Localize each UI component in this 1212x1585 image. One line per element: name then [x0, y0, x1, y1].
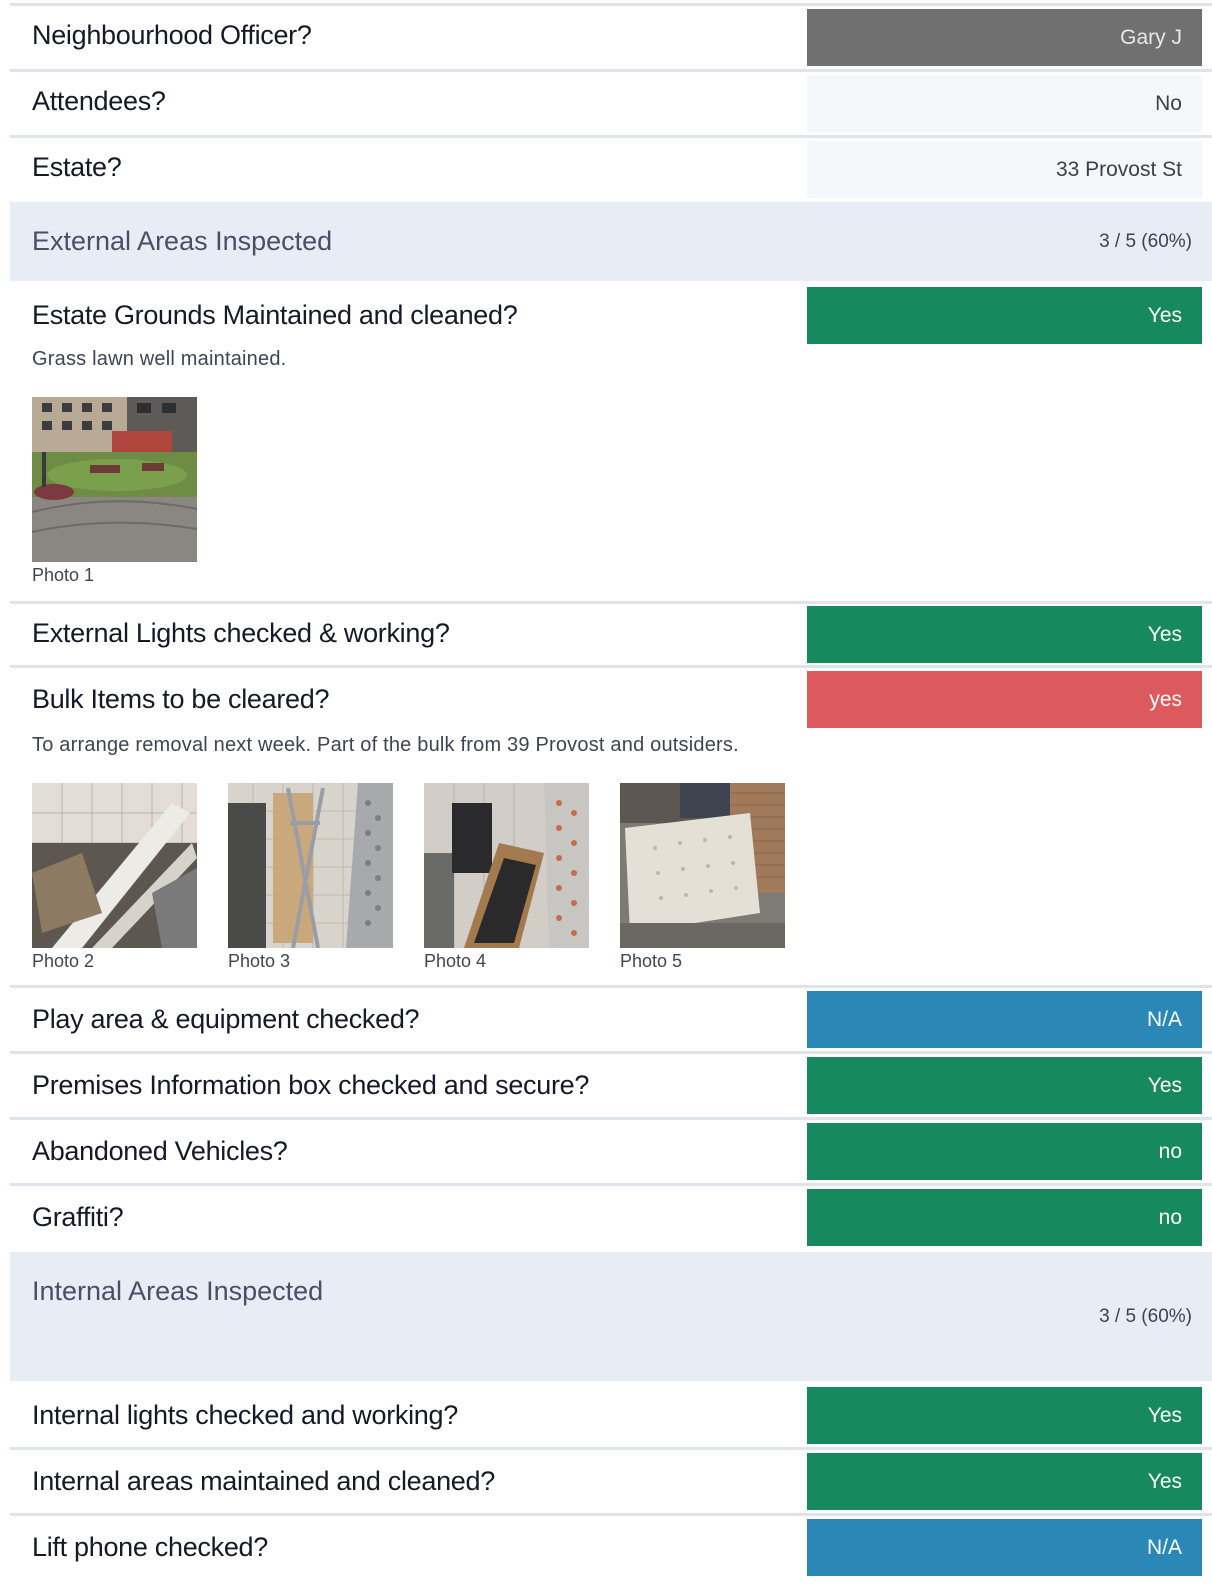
report-row: Lift phone checked? N/A [10, 1516, 1212, 1585]
section-header-external: External Areas Inspected 3 / 5 (60%) [10, 202, 1212, 281]
photo-caption: Photo 1 [32, 565, 95, 585]
photo-caption: Photo 3 [228, 951, 291, 971]
question-label: Neighbourhood Officer? [32, 20, 312, 50]
question-label: Internal areas maintained and cleaned? [32, 1466, 495, 1496]
question-label: Graffiti? [32, 1202, 124, 1232]
photo-image[interactable] [228, 783, 393, 948]
answer-badge: Yes [807, 606, 1202, 663]
report-row: Internal areas maintained and cleaned? Y… [10, 1450, 1212, 1514]
report-row: External Lights checked & working? Yes [10, 604, 1212, 666]
question-label: Estate? [32, 152, 122, 182]
report-row: Graffiti? no [10, 1186, 1212, 1250]
inspection-note: Grass lawn well maintained. [32, 348, 287, 370]
question-label: Internal lights checked and working? [32, 1400, 458, 1430]
answer-badge: Gary J [807, 9, 1202, 66]
answer-badge: Yes [807, 287, 1202, 344]
photo-image[interactable] [32, 783, 197, 948]
answer-badge: N/A [807, 991, 1202, 1048]
answer-badge: Yes [807, 1387, 1202, 1444]
answer-badge: yes [807, 671, 1202, 728]
photo-image[interactable] [620, 783, 785, 948]
answer-badge: N/A [807, 1519, 1202, 1576]
question-label: Estate Grounds Maintained and cleaned? [32, 300, 518, 330]
photo-caption: Photo 2 [32, 951, 95, 971]
photo-thumbnail[interactable]: Photo 3 [228, 783, 393, 972]
answer-badge: no [807, 1123, 1202, 1180]
photo-caption: Photo 4 [424, 951, 487, 971]
answer-badge: No [807, 75, 1202, 132]
report-row: Internal lights checked and working? Yes [10, 1384, 1212, 1448]
photo-thumbnail[interactable]: Photo 2 [32, 783, 197, 972]
report-row: Play area & equipment checked? N/A [10, 988, 1212, 1052]
section-title: Internal Areas Inspected [32, 1276, 324, 1306]
section-score: 3 / 5 (60%) [1099, 231, 1192, 252]
question-label: Lift phone checked? [32, 1532, 268, 1562]
photo-image[interactable] [32, 397, 197, 562]
report-row: Neighbourhood Officer? Gary J [10, 6, 1212, 70]
report-row: Estate Grounds Maintained and cleaned? Y… [10, 284, 1212, 602]
report-row: Estate? 33 Provost St [10, 138, 1212, 202]
photo-thumbnail[interactable]: Photo 5 [620, 783, 785, 972]
answer-badge: Yes [807, 1057, 1202, 1114]
report-row: Bulk Items to be cleared? yes To arrange… [10, 668, 1212, 986]
question-label: Abandoned Vehicles? [32, 1136, 288, 1166]
section-title: External Areas Inspected [32, 226, 333, 256]
report-row: Abandoned Vehicles? no [10, 1120, 1212, 1184]
section-header-internal: Internal Areas Inspected 3 / 5 (60%) [10, 1252, 1212, 1381]
question-label: Bulk Items to be cleared? [32, 684, 330, 714]
question-label: Play area & equipment checked? [32, 1004, 420, 1034]
photo-thumbnail[interactable]: Photo 4 [424, 783, 589, 972]
report-row: Premises Information box checked and sec… [10, 1054, 1212, 1118]
question-label: Attendees? [32, 86, 166, 116]
photo-caption: Photo 5 [620, 951, 683, 971]
answer-badge: Yes [807, 1453, 1202, 1510]
answer-badge: 33 Provost St [807, 141, 1202, 198]
photo-image[interactable] [424, 783, 589, 948]
question-label: Premises Information box checked and sec… [32, 1070, 590, 1100]
answer-badge: no [807, 1189, 1202, 1246]
section-score: 3 / 5 (60%) [1099, 1306, 1192, 1327]
photo-thumbnail[interactable]: Photo 1 [32, 397, 197, 586]
question-label: External Lights checked & working? [32, 618, 450, 648]
report-row: Attendees? No [10, 72, 1212, 136]
inspection-note: To arrange removal next week. Part of th… [32, 734, 739, 756]
